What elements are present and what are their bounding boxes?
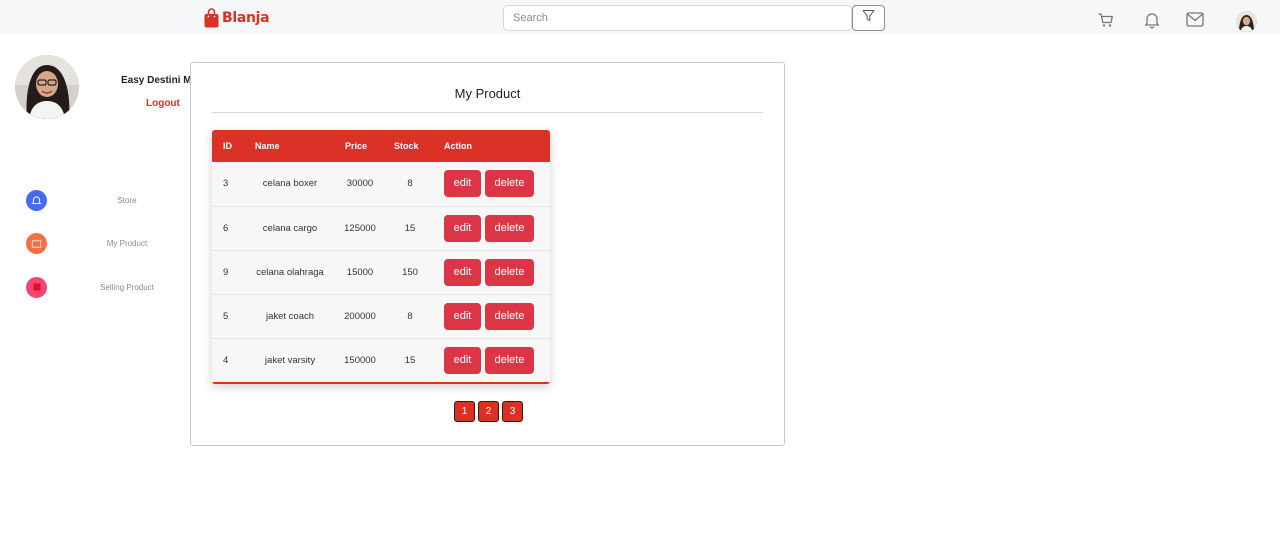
column-header-price: Price	[335, 130, 385, 162]
page-button-2[interactable]: 2	[478, 401, 499, 422]
box-icon	[26, 232, 47, 254]
table-row: 5 jaket coach 200000 8 edit delete	[212, 294, 550, 338]
title-divider	[212, 112, 763, 113]
cell-id: 4	[223, 354, 229, 366]
brand-name: Blanja	[222, 10, 270, 26]
pagination: 1 2 3	[454, 401, 523, 422]
cell-action: edit delete	[435, 162, 550, 206]
delete-button[interactable]: delete	[485, 258, 534, 286]
edit-button[interactable]: edit	[444, 214, 481, 242]
cell-price: 15000	[346, 266, 374, 278]
sidebar-item-my-product[interactable]: My Product	[26, 232, 166, 254]
edit-button[interactable]: edit	[444, 170, 481, 198]
sidebar-item-label: Selling Product	[100, 282, 154, 292]
sidebar-item-label: Store	[117, 195, 137, 205]
delete-button[interactable]: delete	[485, 170, 534, 198]
bell-icon	[26, 189, 47, 211]
cart-icon	[26, 276, 47, 298]
sidebar-item-store[interactable]: Store	[26, 189, 166, 211]
cart-icon	[1097, 11, 1115, 34]
cell-action: edit delete	[435, 338, 550, 382]
sidebar-item-label: My Product	[106, 238, 148, 248]
edit-button[interactable]: edit	[444, 258, 481, 286]
cell-id: 3	[223, 178, 229, 190]
cell-price: 150000	[344, 354, 376, 366]
cell-name: jaket coach	[265, 310, 315, 322]
cell-name: celana boxer	[262, 178, 318, 190]
user-avatar[interactable]	[1236, 11, 1257, 32]
notification-button[interactable]	[1142, 12, 1162, 32]
cell-price: 200000	[344, 310, 376, 322]
cell-stock: 8	[407, 178, 413, 190]
table-row: 3 celana boxer 30000 8 edit delete	[212, 162, 550, 206]
cell-action: edit delete	[435, 294, 550, 338]
brand-logo[interactable]: Blanja	[204, 8, 270, 28]
column-header-stock: Stock	[385, 130, 435, 162]
column-header-name: Name	[245, 130, 335, 162]
cell-id: 6	[223, 222, 229, 234]
cell-stock: 15	[404, 222, 416, 234]
my-product-card: My Product ID Name Price Stock Action 3 …	[190, 62, 785, 446]
delete-button[interactable]: delete	[485, 302, 534, 330]
page-title: My Product	[454, 86, 521, 101]
table-header-row: ID Name Price Stock Action	[212, 130, 550, 162]
bell-icon	[1144, 11, 1160, 34]
edit-button[interactable]: edit	[444, 302, 481, 330]
profile-avatar	[15, 55, 79, 119]
top-navbar: Blanja	[0, 0, 1280, 34]
column-header-action: Action	[435, 130, 550, 162]
profile-name: Easy Destini Ma	[121, 75, 198, 86]
cell-action: edit delete	[435, 250, 550, 294]
column-header-id: ID	[212, 130, 245, 162]
product-table: ID Name Price Stock Action 3 celana boxe…	[212, 130, 550, 384]
shopping-bag-icon	[204, 8, 219, 28]
cell-price: 30000	[346, 178, 374, 190]
delete-button[interactable]: delete	[485, 346, 534, 374]
table-row: 6 celana cargo 125000 15 edit delete	[212, 206, 550, 250]
cart-button[interactable]	[1096, 12, 1116, 32]
cell-stock: 15	[404, 354, 416, 366]
delete-button[interactable]: delete	[485, 214, 534, 242]
cell-price: 125000	[344, 222, 376, 234]
search-input[interactable]	[503, 5, 852, 31]
table-row: 4 jaket varsity 150000 15 edit delete	[212, 338, 550, 382]
edit-button[interactable]: edit	[444, 346, 481, 374]
cell-stock: 8	[407, 310, 413, 322]
cell-id: 5	[223, 310, 229, 322]
cell-action: edit delete	[435, 206, 550, 250]
filter-button[interactable]	[852, 5, 885, 31]
mail-icon	[1186, 12, 1204, 32]
page-button-1[interactable]: 1	[454, 401, 475, 422]
page-button-3[interactable]: 3	[502, 401, 523, 422]
cell-name: celana cargo	[262, 222, 318, 234]
mail-button[interactable]	[1185, 12, 1205, 32]
filter-icon	[862, 9, 875, 27]
cell-name: celana olahraga	[256, 266, 324, 278]
cell-stock: 150	[402, 266, 418, 278]
cell-name: jaket varsity	[264, 354, 316, 366]
cell-id: 9	[223, 266, 229, 278]
table-row: 9 celana olahraga 15000 150 edit delete	[212, 250, 550, 294]
sidebar-item-selling-product[interactable]: Selling Product	[26, 276, 166, 298]
logout-link[interactable]: Logout	[146, 98, 180, 109]
